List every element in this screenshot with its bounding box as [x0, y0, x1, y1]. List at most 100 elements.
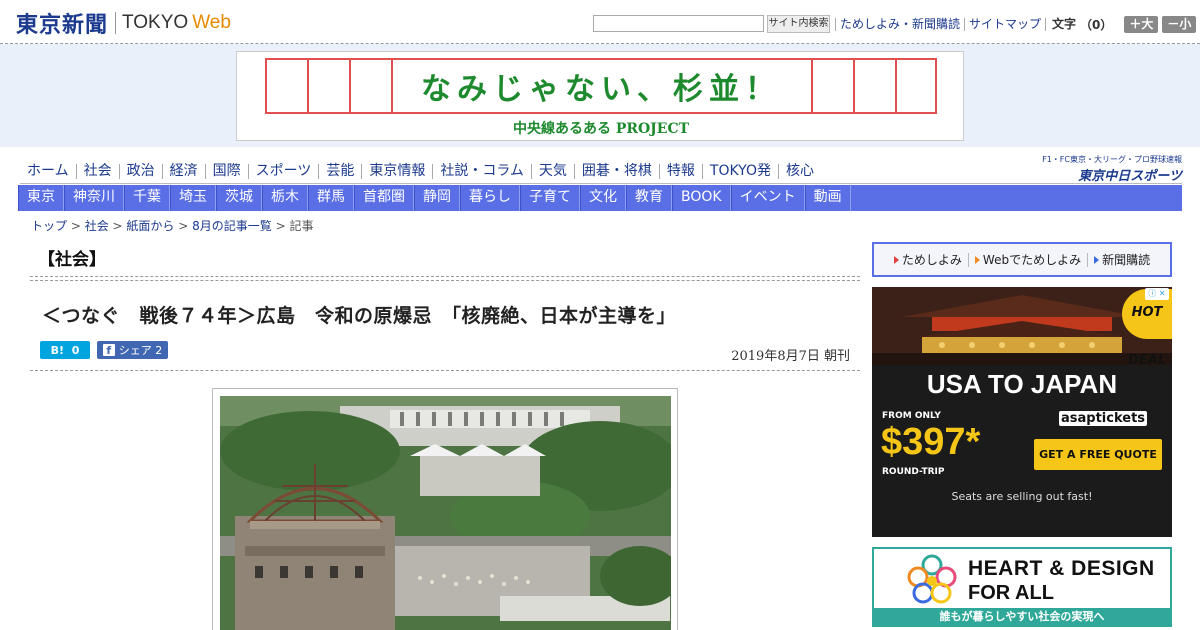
arrow-right-icon	[1094, 255, 1100, 264]
adchoices-icon[interactable]: ⓘ ✕	[1145, 288, 1169, 300]
font-larger-button[interactable]: ＋大	[1124, 15, 1159, 33]
ad-tagline: Seats are selling out fast!	[951, 490, 1093, 503]
get-quote-button[interactable]: GET A FREE QUOTE	[1034, 439, 1162, 470]
nav-international[interactable]: 国際	[204, 163, 248, 179]
ad-price: $397*	[881, 421, 981, 463]
nav-editorial[interactable]: 社説・コラム	[432, 163, 531, 179]
subnav-gunma[interactable]: 群馬	[308, 185, 354, 211]
nav-tokyo-info[interactable]: 東京情報	[361, 163, 432, 179]
subnav-video[interactable]: 動画	[804, 185, 851, 211]
subscribe-label: 新聞購読	[1102, 252, 1151, 267]
search-input[interactable]	[593, 15, 764, 32]
chunichi-sports-link[interactable]: F1・FC東京・大リーグ・プロ野球速報 東京中日スポーツ	[1042, 154, 1182, 184]
breadcrumb-separator: >	[108, 219, 127, 233]
font-smaller-button[interactable]: －小	[1162, 15, 1197, 33]
subnav-kanagawa[interactable]: 神奈川	[64, 185, 124, 211]
banner-ad[interactable]: なみじゃない、杉並！ 中央線あるある PROJECT	[236, 51, 964, 141]
breadcrumb-current: 記事	[289, 219, 314, 233]
font-size-count: （0）	[1080, 17, 1113, 32]
subnav-tokyo[interactable]: 東京	[18, 185, 64, 211]
banner-area: なみじゃない、杉並！ 中央線あるある PROJECT	[0, 44, 1200, 147]
banner-title: なみじゃない、杉並！	[421, 72, 781, 107]
breadcrumb-print[interactable]: 紙面から	[126, 219, 174, 233]
nav-tokuho[interactable]: 特報	[658, 163, 702, 179]
main-nav: ホーム 社会 政治 経済 国際 スポーツ 芸能 東京情報 社説・コラム 天気 囲…	[20, 155, 1182, 184]
subnav-book[interactable]: BOOK	[672, 185, 731, 211]
logo-jp: 東京新聞	[16, 12, 109, 38]
flower-logo-icon	[907, 554, 957, 604]
subnav-tochigi[interactable]: 栃木	[262, 185, 308, 211]
subnav-living[interactable]: 暮らし	[460, 185, 520, 211]
breadcrumb: トップ > 社会 > 紙面から > 8月の記事一覧 > 記事	[31, 217, 313, 234]
article-photo[interactable]	[220, 396, 671, 630]
heart-design-ad[interactable]: HEART & DESIGN FOR ALL 誰もが暮らしやすい社会の実現へ	[872, 547, 1172, 627]
subnav-shutoken[interactable]: 首都圏	[354, 185, 414, 211]
subscribe-link[interactable]: 新聞購読	[1087, 252, 1156, 267]
section-divider	[30, 276, 860, 281]
subnav-chiba[interactable]: 千葉	[124, 185, 170, 211]
publish-date: 2019年8月7日 朝刊	[731, 349, 850, 364]
hatena-icon: B!	[50, 343, 65, 357]
chunichi-tagline: F1・FC東京・大リーグ・プロ野球速報	[1042, 155, 1182, 164]
hatena-bookmark-button[interactable]: B! 0	[40, 341, 90, 359]
nav-entertainment[interactable]: 芸能	[318, 163, 361, 179]
facebook-share-count: 2	[155, 343, 163, 357]
atomic-bomb-dome-photo	[220, 396, 671, 630]
nav-politics[interactable]: 政治	[118, 163, 162, 179]
sub-nav: 東京 神奈川 千葉 埼玉 茨城 栃木 群馬 首都圏 静岡 暮らし 子育て 文化 …	[18, 185, 1182, 211]
nav-divider	[20, 183, 1182, 184]
nav-tokyo-hatsu[interactable]: TOKYO発	[701, 163, 778, 179]
nav-economy[interactable]: 経済	[161, 163, 205, 179]
share-buttons: B! 0 f シェア 2	[40, 341, 168, 359]
site-logo[interactable]: 東京新聞 TOKYO Web	[16, 9, 231, 38]
web-trial-read-link[interactable]: Webでためしよみ	[967, 252, 1087, 267]
top-links: ためしよみ・新聞購読 サイトマップ 文字 （0） ＋大 －小	[835, 15, 1197, 33]
banner-subtitle: 中央線あるある PROJECT	[512, 121, 690, 137]
hatena-count: 0	[71, 343, 80, 357]
web-trial-read-label: Webでためしよみ	[982, 252, 1082, 267]
facebook-icon: f	[102, 344, 115, 357]
trial-read-link[interactable]: ためしよみ	[888, 253, 968, 267]
breadcrumb-separator: >	[174, 219, 193, 233]
nav-kakushin[interactable]: 核心	[777, 163, 821, 179]
subnav-saitama[interactable]: 埼玉	[170, 185, 216, 211]
subnav-education[interactable]: 教育	[626, 185, 672, 211]
subnav-shizuoka[interactable]: 静岡	[414, 185, 460, 211]
article-photo-frame	[212, 388, 678, 630]
nav-weather[interactable]: 天気	[530, 163, 574, 179]
font-size-label: 文字	[1045, 17, 1080, 31]
facebook-share-label: シェア	[118, 344, 152, 357]
sitemap-link[interactable]: サイトマップ	[964, 17, 1045, 31]
subnav-parenting[interactable]: 子育て	[520, 185, 580, 211]
ad2-title-line2: FOR ALL	[968, 582, 1054, 604]
arrow-right-icon	[893, 255, 899, 264]
ad2-strip: 誰もが暮らしやすい社会の実現へ	[874, 608, 1170, 625]
ad-brand-text: asaptickets	[1059, 411, 1148, 426]
logo-tokyo: TOKYO	[122, 12, 189, 33]
ad-brand: asaptickets	[1059, 411, 1148, 426]
ad-from-label: FROM ONLY	[882, 411, 941, 421]
nav-go-shogi[interactable]: 囲碁・将棋	[573, 163, 659, 179]
site-search-button[interactable]: サイト内検索	[767, 15, 830, 33]
nav-home[interactable]: ホーム	[20, 163, 76, 179]
trial-subscribe-link[interactable]: ためしよみ・新聞購読	[835, 17, 964, 31]
article-headline: ＜つなぐ 戦後７４年＞広島 令和の原爆忌 「核廃絶、日本が主導を」	[42, 305, 677, 327]
subscription-links: ためしよみ Webでためしよみ 新聞購読	[872, 242, 1172, 277]
facebook-share-button[interactable]: f シェア 2	[97, 341, 168, 359]
breadcrumb-august-list[interactable]: 8月の記事一覧	[192, 219, 272, 233]
ad-headline: USA TO JAPAN	[926, 369, 1118, 399]
nav-sports[interactable]: スポーツ	[247, 163, 319, 179]
logo-divider	[115, 12, 117, 34]
subnav-ibaraki[interactable]: 茨城	[216, 185, 262, 211]
top-header: 東京新聞 TOKYO Web サイト内検索 ためしよみ・新聞購読 サイトマップ …	[0, 0, 1200, 44]
breadcrumb-top[interactable]: トップ	[31, 219, 67, 233]
subnav-culture[interactable]: 文化	[580, 185, 626, 211]
trial-read-label: ためしよみ	[901, 252, 962, 267]
nav-society[interactable]: 社会	[75, 163, 119, 179]
headline-divider	[30, 370, 860, 371]
breadcrumb-separator: >	[67, 219, 85, 233]
flight-ad[interactable]: HOT DEAL ⓘ ✕ USA TO JAPAN FROM ONLY $397…	[872, 287, 1172, 537]
breadcrumb-society[interactable]: 社会	[85, 219, 109, 233]
subnav-event[interactable]: イベント	[730, 185, 805, 211]
ad2-title-line1: HEART & DESIGN	[968, 557, 1155, 580]
